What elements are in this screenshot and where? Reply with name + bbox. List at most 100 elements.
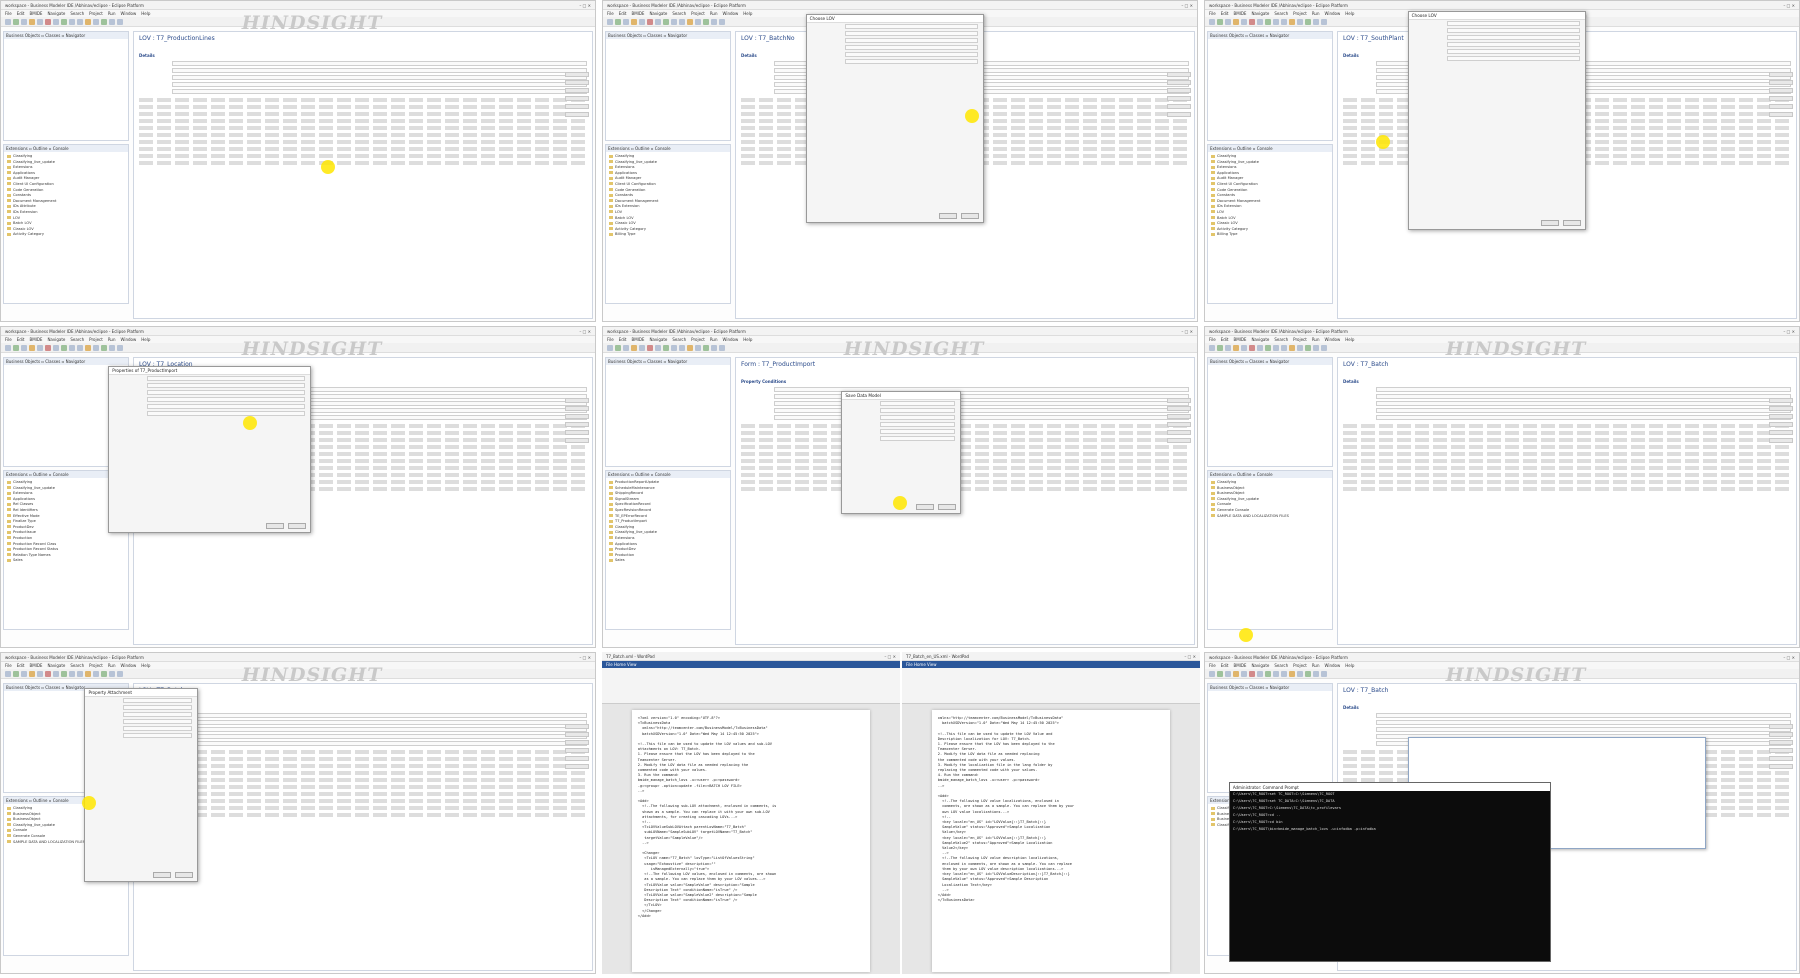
dialog-field[interactable] <box>842 407 959 414</box>
toolbar-icon[interactable] <box>687 19 693 25</box>
extensions-tree[interactable]: Classifying Classifying_live_update Extens… <box>606 152 730 240</box>
editor-button[interactable] <box>565 422 589 427</box>
menu-item-navigate[interactable]: Navigate <box>1251 11 1269 16</box>
menu-item-window[interactable]: Window <box>1325 337 1341 342</box>
menu-item-run[interactable]: Run <box>108 663 116 668</box>
form-field[interactable] <box>134 67 592 74</box>
toolbar-icon[interactable] <box>45 345 51 351</box>
menu-item-navigate[interactable]: Navigate <box>47 663 65 668</box>
dialog-field[interactable] <box>109 382 310 389</box>
extensions-tree[interactable]: ClassifyingBusinessObjectBusinessObjectC… <box>1208 478 1332 521</box>
toolbar-icon[interactable] <box>647 19 653 25</box>
menu-item-help[interactable]: Help <box>1345 663 1354 668</box>
editor-button[interactable] <box>1769 438 1793 443</box>
menu-item-project[interactable]: Project <box>691 11 705 16</box>
toolbar-icon[interactable] <box>1321 671 1327 677</box>
editor-button[interactable] <box>565 72 589 77</box>
tree-node[interactable]: SAMPLE DATA AND LOCALIZATION FILES <box>1211 514 1329 520</box>
toolbar-icon[interactable] <box>77 19 83 25</box>
menu-item-search[interactable]: Search <box>1274 337 1288 342</box>
toolbar-icon[interactable] <box>695 345 701 351</box>
toolbar-icon[interactable] <box>663 19 669 25</box>
editor-button[interactable] <box>1167 112 1191 117</box>
toolbar-icon[interactable] <box>109 671 115 677</box>
form-field[interactable] <box>1338 400 1796 407</box>
menu-item-run[interactable]: Run <box>710 337 718 342</box>
ok-button[interactable] <box>152 871 171 878</box>
window-controls[interactable]: – □ ✕ <box>579 3 591 8</box>
dialog-input[interactable] <box>1446 34 1581 40</box>
menu-item-search[interactable]: Search <box>1274 11 1288 16</box>
field-input[interactable] <box>172 713 587 718</box>
tree-node[interactable]: Activity Category <box>7 232 125 238</box>
toolbar-icon[interactable] <box>101 671 107 677</box>
toolbar-icon[interactable] <box>1321 345 1327 351</box>
toolbar-icon[interactable] <box>1249 345 1255 351</box>
editor-button[interactable] <box>1769 724 1793 729</box>
toolbar-icon[interactable] <box>5 671 11 677</box>
dialog-field[interactable] <box>1409 27 1586 34</box>
toolbar-icon[interactable] <box>1209 671 1215 677</box>
dialog-field[interactable] <box>842 435 959 442</box>
form-field[interactable] <box>134 726 592 733</box>
field-input[interactable] <box>774 394 1189 399</box>
dialog-field[interactable] <box>842 414 959 421</box>
toolbar-icon[interactable] <box>1265 345 1271 351</box>
editor-button[interactable] <box>1769 748 1793 753</box>
tree-node[interactable]: Sales <box>609 558 727 564</box>
window-controls[interactable]: – □ ✕ <box>1181 329 1193 334</box>
field-input[interactable] <box>774 401 1189 406</box>
toolbar-icon[interactable] <box>1241 671 1247 677</box>
form-field[interactable] <box>1338 407 1796 414</box>
editor-button[interactable] <box>565 748 589 753</box>
toolbar-icon[interactable] <box>1209 345 1215 351</box>
menu-item-search[interactable]: Search <box>1274 663 1288 668</box>
dialog-field[interactable] <box>109 375 310 382</box>
tree-node[interactable]: Billing Type <box>609 232 727 238</box>
toolbar-icon[interactable] <box>1217 19 1223 25</box>
form-field[interactable] <box>134 60 592 67</box>
extensions-tree[interactable]: Classifying Classifying_live_update Extens… <box>1208 152 1332 240</box>
field-input[interactable] <box>1376 727 1791 732</box>
toolbar-icon[interactable] <box>29 19 35 25</box>
toolbar-icon[interactable] <box>1305 345 1311 351</box>
toolbar-icon[interactable] <box>13 345 19 351</box>
toolbar-icon[interactable] <box>655 19 661 25</box>
field-input[interactable] <box>172 741 587 746</box>
menu-item-file[interactable]: File <box>1209 337 1216 342</box>
menu-item-file[interactable]: File <box>607 337 614 342</box>
toolbar-icon[interactable] <box>21 671 27 677</box>
dialog-input[interactable] <box>880 401 955 407</box>
menu-item-window[interactable]: Window <box>723 337 739 342</box>
toolbar-icon[interactable] <box>695 19 701 25</box>
toolbar-icon[interactable] <box>117 345 123 351</box>
menu-item-project[interactable]: Project <box>89 337 103 342</box>
menu-item-file[interactable]: File <box>607 11 614 16</box>
dialog-field[interactable] <box>109 396 310 403</box>
toolbar-icon[interactable] <box>117 19 123 25</box>
toolbar-icon[interactable] <box>1273 345 1279 351</box>
field-input[interactable] <box>774 415 1189 420</box>
toolbar-icon[interactable] <box>1297 19 1303 25</box>
menu-item-help[interactable]: Help <box>141 11 150 16</box>
menu-item-project[interactable]: Project <box>1293 337 1307 342</box>
editor-button[interactable] <box>1167 398 1191 403</box>
editor-button[interactable] <box>1769 422 1793 427</box>
field-input[interactable] <box>172 727 587 732</box>
toolbar-icon[interactable] <box>37 19 43 25</box>
menu-item-project[interactable]: Project <box>89 663 103 668</box>
dialog-input[interactable] <box>844 23 979 29</box>
editor-button[interactable] <box>1769 764 1793 769</box>
toolbar-icon[interactable] <box>1265 19 1271 25</box>
dialog-field[interactable] <box>807 37 984 44</box>
toolbar-icon[interactable] <box>93 671 99 677</box>
editor-button[interactable] <box>565 88 589 93</box>
menu-item-run[interactable]: Run <box>1312 337 1320 342</box>
editor-button[interactable] <box>1167 430 1191 435</box>
menu-item-edit[interactable]: Edit <box>17 337 25 342</box>
editor-button[interactable] <box>565 764 589 769</box>
editor-button[interactable] <box>565 398 589 403</box>
toolbar-icon[interactable] <box>93 345 99 351</box>
menu-item-edit[interactable]: Edit <box>1221 337 1229 342</box>
toolbar-icon[interactable] <box>623 345 629 351</box>
